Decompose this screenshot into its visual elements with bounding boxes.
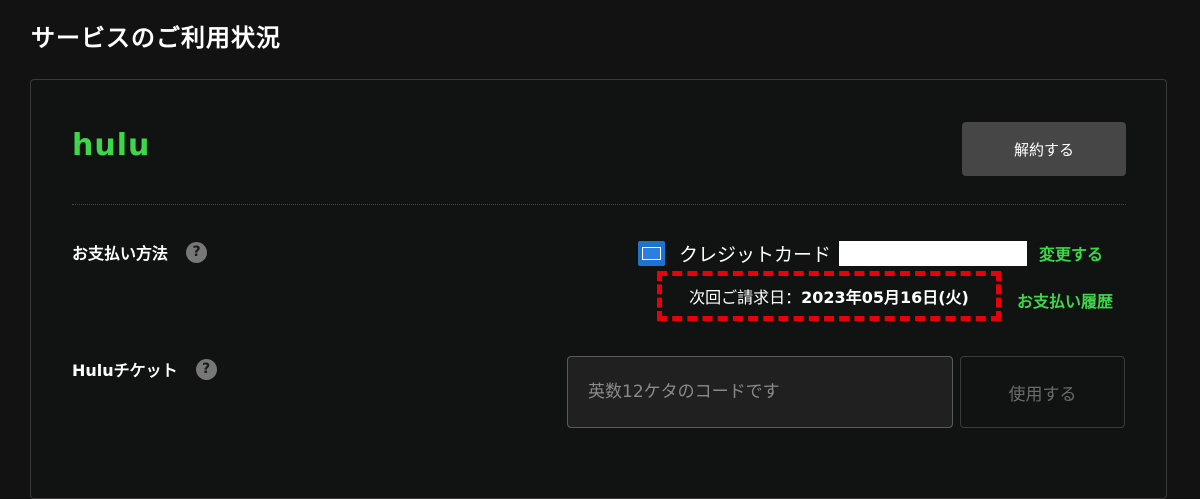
help-icon[interactable]: ? bbox=[195, 358, 217, 380]
payment-method-label: お支払い方法 bbox=[72, 244, 169, 263]
divider bbox=[72, 204, 1126, 205]
next-billing-date: 2023年05月16日(火) bbox=[801, 288, 969, 307]
payment-method-row: お支払い方法 ? bbox=[72, 240, 208, 264]
payment-history-link[interactable]: お支払い履歴 bbox=[1017, 288, 1113, 312]
amex-card-icon bbox=[638, 240, 665, 266]
service-panel: hulu 解約する お支払い方法 ? クレジットカード 変更する 次回ご請求日：… bbox=[30, 79, 1167, 499]
change-payment-link[interactable]: 変更する bbox=[1039, 241, 1103, 265]
payment-method-value: クレジットカード 変更する bbox=[638, 240, 1103, 266]
next-billing-label: 次回ご請求日： bbox=[689, 288, 802, 307]
use-ticket-button[interactable]: 使用する bbox=[960, 356, 1125, 428]
page-title: サービスのご利用状況 bbox=[31, 24, 281, 52]
next-billing-highlight: 次回ご請求日： 2023年05月16日(火) bbox=[657, 271, 1001, 321]
hulu-logo: hulu bbox=[72, 128, 151, 163]
ticket-row: Huluチケット ? bbox=[72, 357, 217, 381]
card-label: クレジットカード bbox=[679, 243, 832, 266]
cancel-subscription-button[interactable]: 解約する bbox=[962, 122, 1126, 176]
ticket-code-input[interactable] bbox=[567, 356, 953, 428]
help-icon[interactable]: ? bbox=[186, 241, 208, 263]
ticket-label: Huluチケット bbox=[72, 361, 178, 380]
card-number-mask bbox=[839, 240, 1028, 266]
